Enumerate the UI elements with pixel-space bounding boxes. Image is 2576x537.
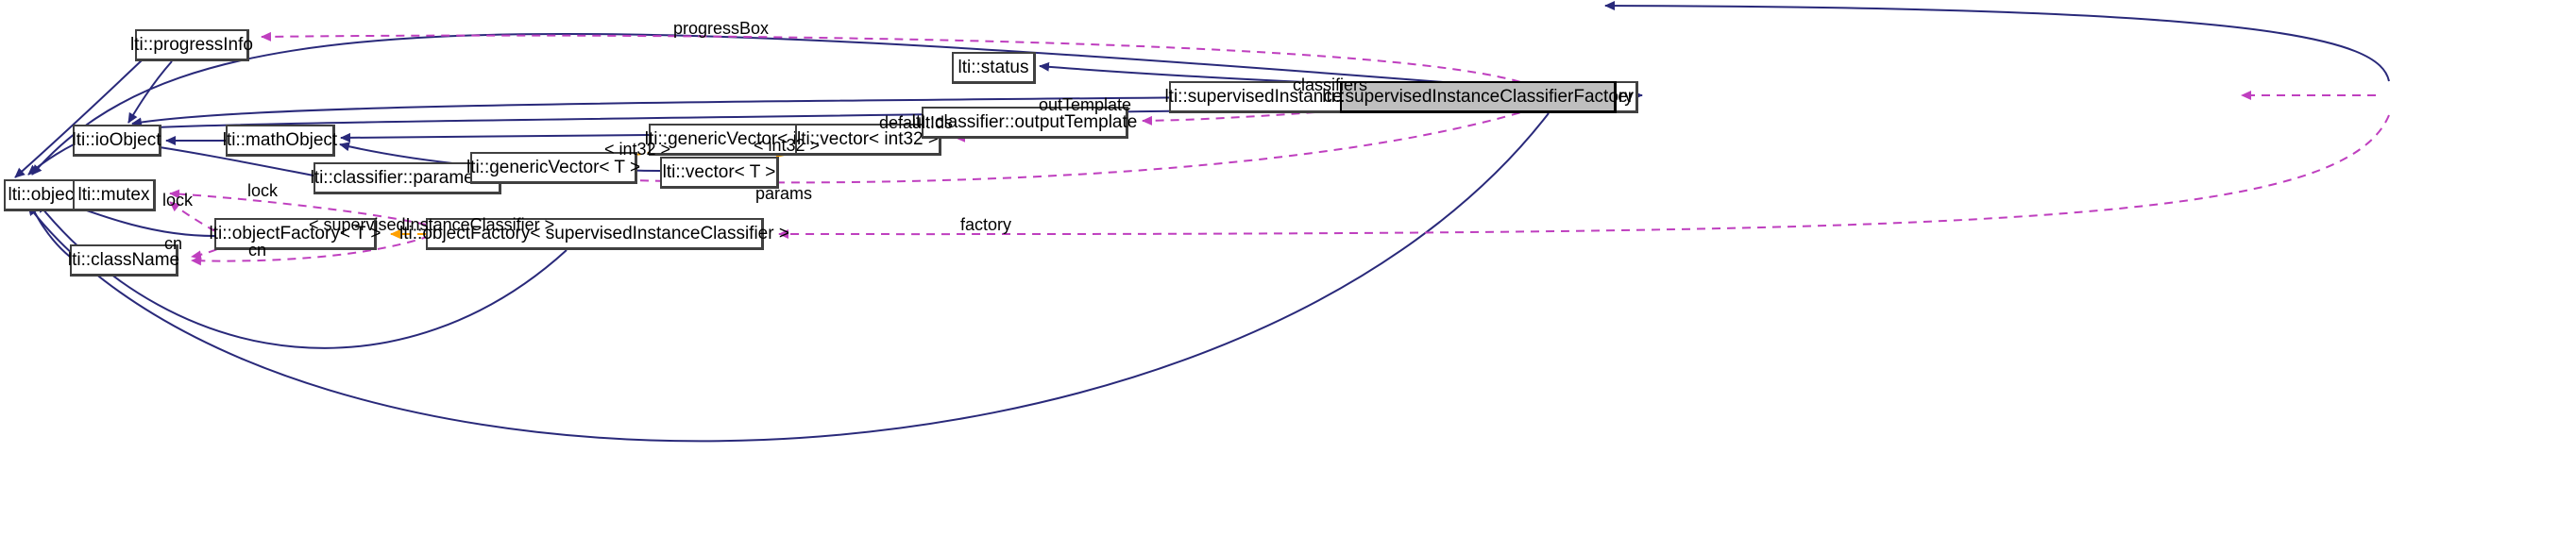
collaboration-diagram: lti::progressInfo lti::ioObject lti::mat… — [0, 0, 2576, 537]
node-math-object[interactable]: lti::mathObject — [223, 125, 337, 157]
edge-label-default-ids: defaultIds — [879, 113, 954, 132]
edge-label-template-supervised-instance-classifier: < supervisedInstanceClassifier > — [309, 215, 555, 234]
edge-label-cn-left: cn — [164, 234, 183, 253]
edge-label-lock-top: lock — [247, 181, 279, 200]
edge-label-classifiers: classifiers — [1293, 76, 1368, 94]
edge-label-int32-vector: < int32 > — [754, 136, 821, 155]
edge-label-out-template: outTemplate — [1039, 95, 1132, 114]
edge-label-int32-generic: < int32 > — [604, 140, 671, 159]
node-progress-info[interactable]: lti::progressInfo — [130, 29, 253, 61]
edge-label-progress-box: progressBox — [673, 19, 770, 38]
edge-label-params: params — [755, 184, 813, 203]
node-supervised-instance-classifier-factory[interactable]: lti::supervisedInstanceClassifierFactory — [1322, 81, 1634, 113]
node-mutex[interactable]: lti::mutex — [73, 179, 156, 211]
edge-label-factory: factory — [960, 215, 1012, 234]
node-status[interactable]: lti::status — [952, 52, 1036, 84]
edge-label-cn-right: cn — [248, 241, 267, 260]
node-io-object[interactable]: lti::ioObject — [73, 125, 161, 157]
edge-label-lock-bottom: lock — [162, 191, 194, 210]
node-class-name[interactable]: lti::className — [68, 244, 179, 277]
